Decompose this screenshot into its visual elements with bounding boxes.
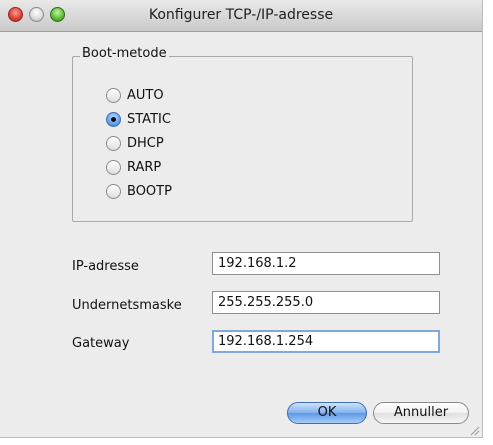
resize-grip-icon[interactable] bbox=[468, 424, 480, 436]
radio-option-label: AUTO bbox=[127, 87, 164, 103]
radio-button-icon[interactable] bbox=[106, 87, 121, 103]
radio-option-label: DHCP bbox=[127, 135, 164, 151]
subnet-mask-input[interactable]: 255.255.255.0 bbox=[212, 291, 440, 314]
ip-address-input[interactable]: 192.168.1.2 bbox=[212, 252, 440, 275]
cancel-button[interactable]: Annuller bbox=[373, 402, 469, 424]
gateway-label: Gateway bbox=[72, 336, 130, 351]
radio-option-static[interactable]: STATIC bbox=[106, 110, 171, 128]
radio-option-label: BOOTP bbox=[127, 183, 172, 199]
dialog-window: Konfigurer TCP-/IP-adresse Boot-metode A… bbox=[0, 0, 483, 438]
radio-button-icon[interactable] bbox=[106, 183, 121, 199]
ip-address-label: IP-adresse bbox=[72, 259, 139, 274]
radio-option-rarp[interactable]: RARP bbox=[106, 158, 161, 176]
radio-option-dhcp[interactable]: DHCP bbox=[106, 134, 164, 152]
boot-method-group-label: Boot-metode bbox=[80, 46, 169, 61]
radio-button-icon[interactable] bbox=[106, 135, 121, 151]
title-bar[interactable]: Konfigurer TCP-/IP-adresse bbox=[0, 0, 482, 32]
radio-option-bootp[interactable]: BOOTP bbox=[106, 182, 172, 200]
radio-option-label: RARP bbox=[127, 159, 162, 175]
subnet-mask-label: Undernetsmaske bbox=[72, 298, 182, 313]
radio-option-auto[interactable]: AUTO bbox=[106, 86, 164, 104]
radio-button-icon[interactable] bbox=[106, 159, 121, 175]
ok-button[interactable]: OK bbox=[287, 402, 367, 424]
gateway-input[interactable]: 192.168.1.254 bbox=[212, 330, 440, 353]
radio-button-selected-icon[interactable] bbox=[106, 111, 121, 127]
window-title: Konfigurer TCP-/IP-adresse bbox=[148, 7, 334, 23]
radio-option-label: STATIC bbox=[127, 111, 171, 127]
